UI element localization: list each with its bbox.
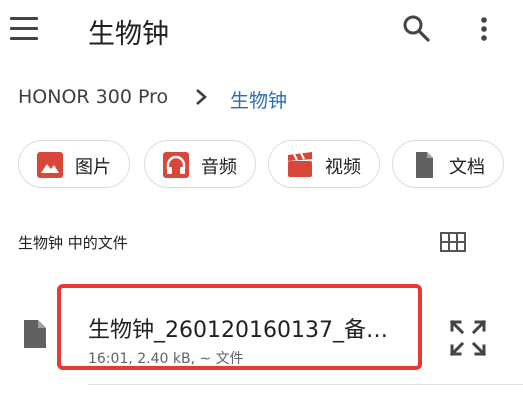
filter-chip-label: 音频	[201, 157, 237, 178]
filter-chip-label: 视频	[325, 157, 361, 178]
filter-chip-images[interactable]: 图片	[18, 140, 130, 188]
filter-chip-label: 文档	[449, 157, 485, 178]
filter-chip-video[interactable]: 视频	[268, 140, 380, 188]
expand-preview-icon[interactable]	[450, 320, 486, 356]
file-meta: 16:01, 2.40 kB, ~ 文件	[88, 351, 244, 367]
grid-view-icon[interactable]	[440, 232, 466, 252]
image-icon	[37, 152, 63, 178]
more-options-icon[interactable]	[479, 16, 489, 44]
document-icon	[416, 152, 433, 178]
page-title: 生物钟	[88, 19, 169, 50]
top-app-bar: 生物钟	[0, 0, 523, 60]
filter-chip-label: 图片	[75, 157, 111, 178]
chevron-right-icon	[196, 89, 207, 105]
file-name: 生物钟_260120160137_备…	[88, 318, 388, 343]
headphones-icon	[163, 152, 189, 178]
hamburger-menu-icon[interactable]	[10, 17, 38, 41]
section-title: 生物钟 中的文件	[18, 234, 128, 252]
file-icon	[24, 320, 46, 348]
search-icon[interactable]	[402, 14, 430, 42]
video-clapperboard-icon	[288, 152, 312, 177]
breadcrumb-root[interactable]: HONOR 300 Pro	[18, 86, 168, 108]
filter-chip-audio[interactable]: 音频	[144, 140, 256, 188]
filter-chip-documents[interactable]: 文档	[392, 140, 504, 188]
divider	[88, 384, 523, 385]
breadcrumb-current[interactable]: 生物钟	[230, 86, 287, 113]
file-list-item[interactable]: 生物钟_260120160137_备… 16:01, 2.40 kB, ~ 文件	[0, 284, 523, 400]
